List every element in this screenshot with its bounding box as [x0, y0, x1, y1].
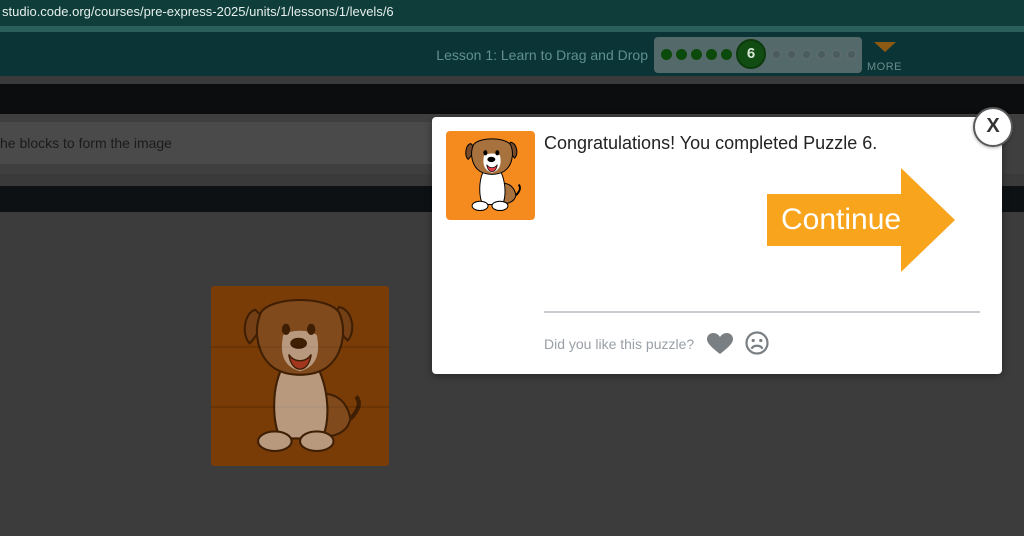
level-dot-4[interactable]	[706, 49, 717, 60]
level-dot-2[interactable]	[676, 49, 687, 60]
browser-address-bar[interactable]: studio.code.org/courses/pre-express-2025…	[0, 0, 1024, 26]
heart-icon[interactable]	[707, 333, 733, 355]
level-dot-11[interactable]	[831, 49, 842, 60]
sad-face-icon[interactable]	[745, 331, 769, 355]
dialog-divider	[544, 311, 980, 313]
level-dot-10[interactable]	[816, 49, 827, 60]
level-dot-8[interactable]	[786, 49, 797, 60]
lesson-title[interactable]: Lesson 1: Learn to Drag and Drop	[436, 47, 648, 63]
level-dot-1[interactable]	[661, 49, 672, 60]
header-divider	[0, 76, 1024, 84]
caret-down-icon[interactable]	[874, 42, 896, 52]
puppy-image	[243, 298, 361, 453]
url-text[interactable]: studio.code.org/courses/pre-express-2025…	[2, 4, 394, 19]
level-dot-12[interactable]	[846, 49, 857, 60]
feedback-question: Did you like this puzzle?	[544, 336, 695, 352]
instruction-box: he blocks to form the image	[0, 122, 440, 164]
completion-message: Congratulations! You completed Puzzle 6.	[544, 133, 878, 153]
close-button[interactable]: X	[973, 107, 1013, 147]
puppy-image	[465, 138, 521, 212]
level-dot-3[interactable]	[691, 49, 702, 60]
level-dot-7[interactable]	[771, 49, 782, 60]
puzzle-thumbnail	[446, 131, 535, 220]
more-button[interactable]: MORE	[867, 61, 902, 73]
instruction-text: he blocks to form the image	[0, 135, 172, 151]
top-bar	[0, 84, 1024, 114]
continue-button[interactable]: Continue	[767, 168, 955, 272]
level-dot-5[interactable]	[721, 49, 732, 60]
continue-label: Continue	[781, 203, 902, 236]
level-dot-current[interactable]: 6	[736, 39, 766, 69]
level-dot-9[interactable]	[801, 49, 812, 60]
